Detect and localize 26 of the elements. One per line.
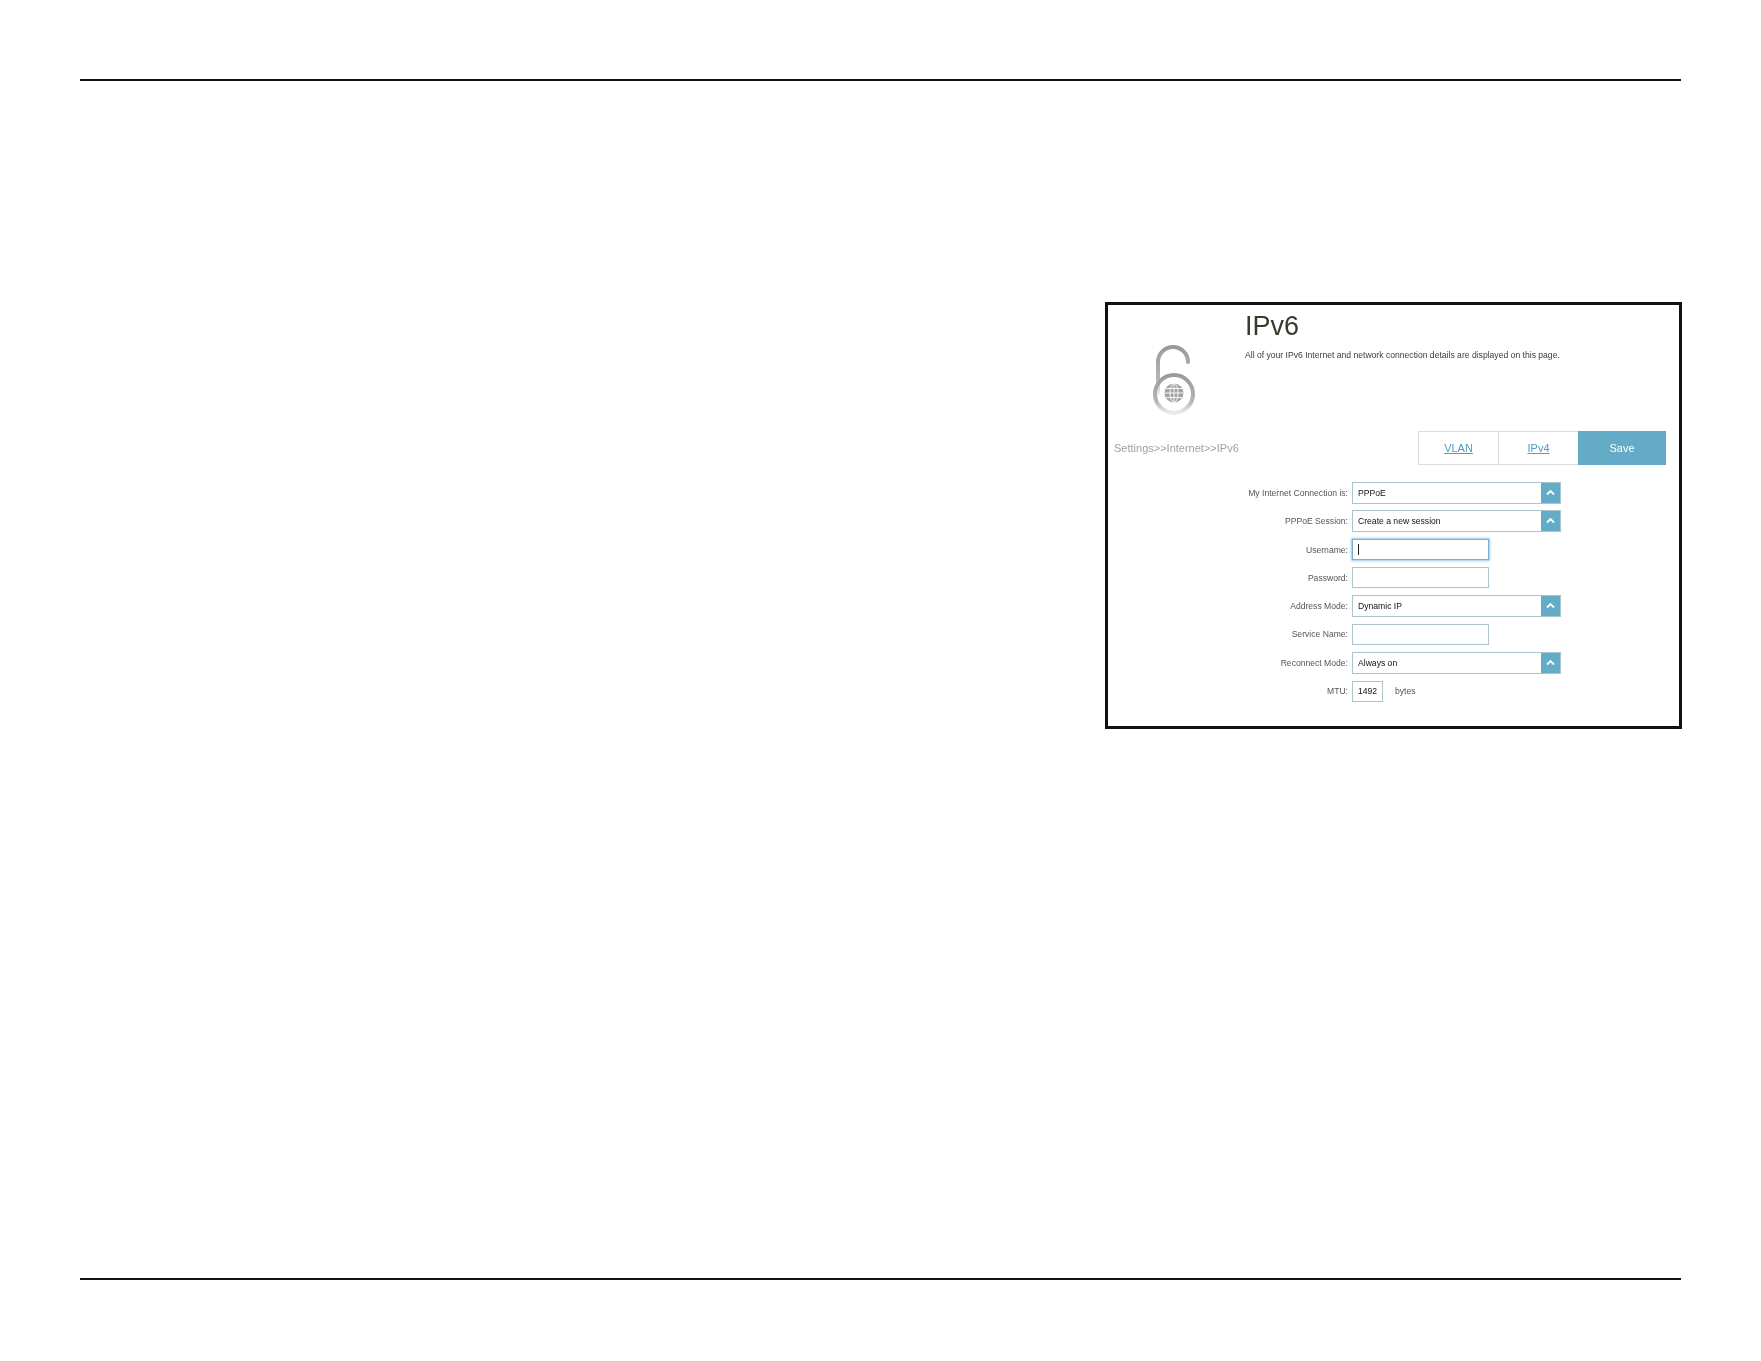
field-label: My Internet Connection is: — [1248, 488, 1348, 498]
field-label: Service Name: — [1291, 629, 1348, 640]
chevron-up-icon[interactable] — [1541, 511, 1560, 532]
field-label: Password: — [1307, 572, 1348, 583]
page-description: All of your IPv6 Internet and network connection details are displayed on this page. — [1245, 350, 1560, 360]
page-title: IPv6 — [1245, 311, 1300, 342]
chevron-up-icon[interactable] — [1541, 483, 1560, 503]
field-label: Username: — [1305, 544, 1348, 555]
text-cursor-icon — [1358, 544, 1359, 556]
chevron-up-icon[interactable] — [1541, 596, 1560, 617]
input-field[interactable] — [1352, 567, 1489, 589]
field-label: Reconnect Mode: — [1280, 657, 1348, 668]
field-label: Address Mode: — [1290, 601, 1348, 612]
input-field[interactable] — [1352, 624, 1489, 645]
input-field[interactable] — [1352, 539, 1489, 561]
field-label: PPPoE Session: — [1284, 516, 1348, 527]
unit-label: bytes — [1395, 686, 1416, 697]
chevron-up-icon[interactable] — [1541, 652, 1560, 673]
select-field[interactable]: Dynamic IP — [1352, 595, 1561, 618]
padlock-globe-icon — [1150, 345, 1198, 415]
input-field[interactable]: 1492 — [1352, 680, 1383, 702]
select-field[interactable]: PPPoE — [1352, 482, 1561, 504]
select-field[interactable]: Always on — [1352, 651, 1561, 674]
select-field[interactable]: Create a new session — [1352, 510, 1561, 533]
field-label: MTU: — [1327, 686, 1348, 697]
breadcrumb: Settings>>Internet>>IPv6 — [1114, 442, 1239, 454]
